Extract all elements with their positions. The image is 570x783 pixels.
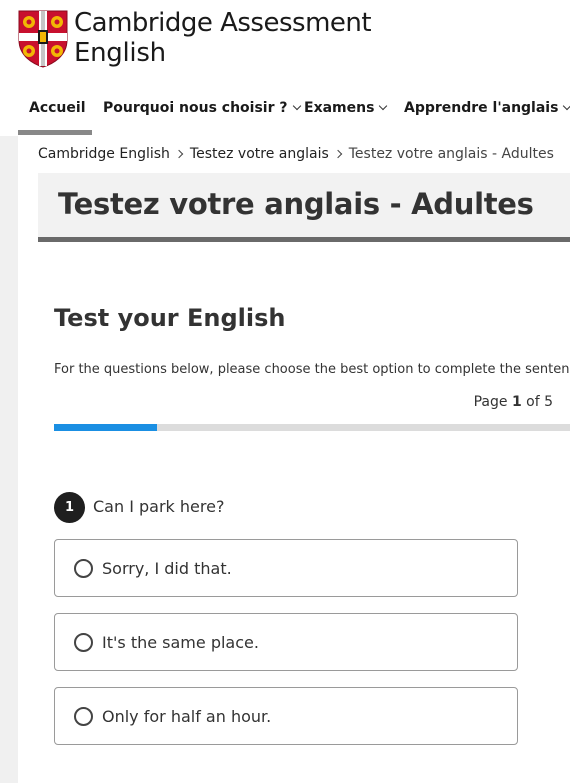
test-heading: Test your English — [54, 304, 286, 332]
answer-option[interactable]: It's the same place. — [54, 613, 518, 671]
nav-item-pourquoi[interactable]: Pourquoi nous choisir ? — [103, 100, 301, 116]
radio-unchecked-icon[interactable] — [74, 706, 93, 726]
chevron-down-icon — [379, 101, 388, 110]
breadcrumb-link-home[interactable]: Cambridge English — [38, 146, 170, 162]
page-indicator: Page 1 of 5 — [474, 394, 553, 410]
chevron-right-icon — [174, 149, 184, 159]
nav-active-indicator — [18, 130, 92, 135]
nav-item-accueil[interactable]: Accueil — [29, 100, 86, 116]
title-divider — [38, 237, 570, 242]
brand-line-2: English — [74, 38, 166, 68]
radio-unchecked-icon[interactable] — [74, 632, 93, 652]
brand-wordmark: Cambridge Assessment English — [74, 8, 372, 68]
answer-option-label: It's the same place. — [102, 632, 259, 652]
question-text: Can I park here? — [93, 497, 225, 516]
site-header: Cambridge Assessment English Accueil Pou… — [0, 0, 570, 136]
chevron-down-icon — [563, 101, 570, 110]
breadcrumb-current: Testez votre anglais - Adultes — [348, 146, 554, 162]
page-title-band: Testez votre anglais - Adultes — [38, 173, 570, 237]
progress-bar-fill — [54, 424, 158, 431]
nav-item-label: Apprendre l'anglais — [404, 100, 559, 116]
page-title: Testez votre anglais - Adultes — [58, 187, 534, 221]
left-gutter — [0, 136, 18, 783]
radio-unchecked-icon[interactable] — [74, 558, 93, 578]
test-instructions: For the questions below, please choose t… — [54, 362, 570, 377]
question-number-badge: 1 — [54, 492, 85, 523]
breadcrumb-link-test[interactable]: Testez votre anglais — [190, 146, 329, 162]
answer-option[interactable]: Only for half an hour. — [54, 687, 518, 745]
nav-item-label: Examens — [304, 100, 375, 116]
progress-bar — [54, 424, 570, 431]
nav-item-label: Pourquoi nous choisir ? — [103, 100, 288, 116]
chevron-down-icon — [292, 101, 301, 110]
cambridge-shield-icon — [18, 10, 68, 68]
nav-item-examens[interactable]: Examens — [304, 100, 388, 116]
nav-item-apprendre[interactable]: Apprendre l'anglais — [404, 100, 570, 116]
answer-option-label: Only for half an hour. — [102, 706, 272, 726]
brand-line-1: Cambridge Assessment — [74, 8, 372, 38]
chevron-right-icon — [333, 149, 342, 159]
answer-option[interactable]: Sorry, I did that. — [54, 539, 518, 597]
page-total: of 5 — [526, 394, 553, 410]
page-label: Page — [473, 394, 508, 410]
site-logo[interactable]: Cambridge Assessment English — [18, 8, 372, 68]
page-current: 1 — [511, 394, 522, 410]
nav-item-label: Accueil — [29, 100, 86, 116]
answer-option-label: Sorry, I did that. — [102, 558, 232, 578]
breadcrumb: Cambridge English Testez votre anglais T… — [38, 146, 554, 162]
